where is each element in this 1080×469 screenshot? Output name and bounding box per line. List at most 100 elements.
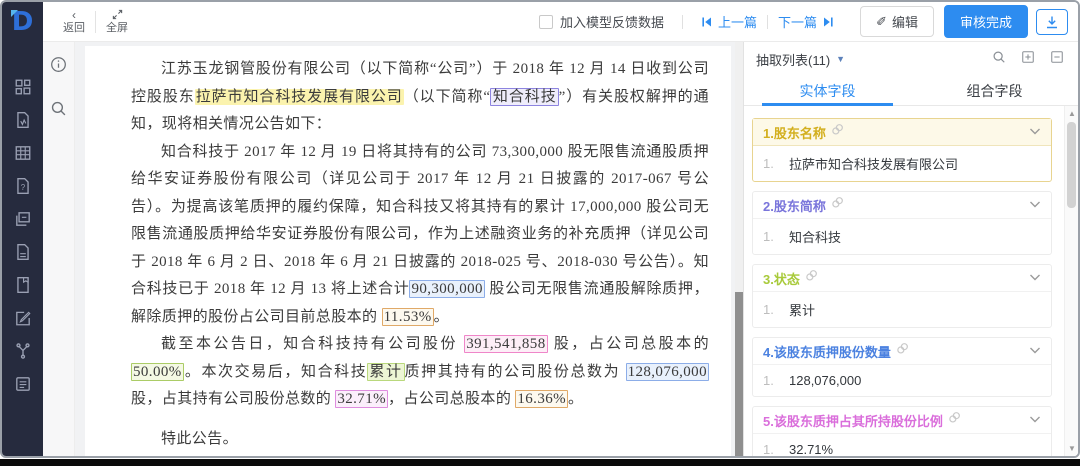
field-label: 5.该股东质押占其所持股份比例 xyxy=(763,411,943,430)
fullscreen-button[interactable]: 全屏 xyxy=(96,9,138,34)
chevron-down-icon[interactable] xyxy=(1029,123,1041,141)
download-button[interactable] xyxy=(1036,9,1068,35)
back-label: 返回 xyxy=(63,22,85,34)
next-article-button[interactable]: 下一篇 xyxy=(778,12,834,31)
window-bottom-edge xyxy=(0,459,1080,466)
skip-previous-icon xyxy=(701,16,713,28)
doc-text: 截至本公告日，知合科技持有公司股份 xyxy=(161,336,464,352)
paragraph: 知合科技于 2017 年 12 月 19 日将其持有的公司 73,300,000… xyxy=(131,139,709,332)
highlight-shareholder-name[interactable]: 拉萨市知合科技发展有限公司 xyxy=(195,89,404,105)
field-card-shareholder-name[interactable]: 1.股东名称 1. 拉萨市知合科技发展有限公司 xyxy=(752,118,1052,182)
link-icon[interactable] xyxy=(831,196,844,214)
field-card-pledged-ratio[interactable]: 5.该股东质押占其所持股份比例 1. 32.71% xyxy=(752,406,1052,456)
collapse-all-icon[interactable] xyxy=(1050,50,1064,69)
value-index: 1. xyxy=(763,156,789,171)
review-complete-button[interactable]: 审核完成 xyxy=(944,5,1028,38)
edit-label: 编辑 xyxy=(892,12,918,31)
edit-square-icon[interactable] xyxy=(14,309,32,327)
divider xyxy=(767,15,768,29)
field-label: 2.股东简称 xyxy=(763,196,826,215)
highlight-held-percent[interactable]: 50.00% xyxy=(131,363,184,381)
panel-scrollbar[interactable]: ▲ ▼ xyxy=(1064,106,1078,456)
panel-search-icon[interactable] xyxy=(992,50,1006,69)
doc-text: 。本次交易后，知合科技 xyxy=(184,364,368,380)
paragraph: 江苏玉龙钢管股份有限公司（以下简称“公司”）于 2018 年 12 月 14 日… xyxy=(131,56,709,139)
link-icon[interactable] xyxy=(896,342,909,360)
table-icon[interactable] xyxy=(14,144,32,162)
review-label: 审核完成 xyxy=(960,12,1012,31)
scroll-down-icon[interactable]: ▼ xyxy=(1065,444,1078,453)
chevron-down-icon[interactable] xyxy=(1029,342,1041,360)
extraction-list-title[interactable]: 抽取列表(11) xyxy=(756,50,830,69)
highlight-percent-total-capital[interactable]: 11.53% xyxy=(382,308,434,326)
download-icon xyxy=(1045,14,1059,30)
feedback-label: 加入模型反馈数据 xyxy=(560,12,664,31)
pdf-file-icon[interactable] xyxy=(14,111,32,129)
field-value-row[interactable]: 1. 拉萨市知合科技发展有限公司 xyxy=(753,146,1051,181)
copy-icon[interactable] xyxy=(14,210,32,228)
doc-text: 股，占公司总股本的 xyxy=(548,336,709,352)
field-value-row[interactable]: 1. 知合科技 xyxy=(753,219,1051,254)
app-logo[interactable]: D xyxy=(2,2,43,42)
doc-text: 特此公告。 xyxy=(161,431,238,447)
value-text: 拉萨市知合科技发展有限公司 xyxy=(789,154,958,173)
highlight-held-shares[interactable]: 391,541,858 xyxy=(464,335,547,353)
value-index: 1. xyxy=(763,302,789,317)
search-icon[interactable] xyxy=(50,100,67,122)
back-button[interactable]: ‹ 返回 xyxy=(53,9,95,34)
doc-text: 股，占其持有公司股份总数的 xyxy=(131,391,335,407)
feedback-checkbox-group[interactable]: 加入模型反馈数据 xyxy=(539,12,664,31)
field-card-shareholder-shortname[interactable]: 2.股东简称 1. 知合科技 xyxy=(752,191,1052,255)
highlight-pledged-shares[interactable]: 128,076,000 xyxy=(626,363,709,381)
left-sidebar: D ? xyxy=(2,2,43,456)
app-window: D ? ‹ 返回 xyxy=(0,0,1080,469)
panel-tabs: 实体字段 组合字段 xyxy=(744,76,1078,106)
tab-entity-fields[interactable]: 实体字段 xyxy=(744,76,911,105)
highlight-unpledged-shares[interactable]: 90,300,000 xyxy=(409,280,485,298)
field-value-row[interactable]: 1. 128,076,000 xyxy=(753,365,1051,396)
field-value-row[interactable]: 1. 32.71% xyxy=(753,434,1051,456)
edit-button[interactable]: ✐ 编辑 xyxy=(860,6,934,37)
link-icon[interactable] xyxy=(948,411,961,429)
grid-icon[interactable] xyxy=(14,78,32,96)
value-text: 32.71% xyxy=(789,442,833,456)
tab-combined-fields[interactable]: 组合字段 xyxy=(911,76,1078,105)
info-icon[interactable] xyxy=(50,56,67,78)
prev-article-button[interactable]: 上一篇 xyxy=(701,12,757,31)
field-card-pledged-share-count[interactable]: 4.该股东质押股份数量 1. 128,076,000 xyxy=(752,337,1052,397)
link-icon[interactable] xyxy=(831,123,844,141)
expand-all-icon[interactable] xyxy=(1021,50,1035,69)
chevron-down-icon[interactable] xyxy=(1029,196,1041,214)
doc-text: 质押其持有的公司股份总数为 xyxy=(405,364,626,380)
scroll-up-icon[interactable]: ▲ xyxy=(1065,109,1078,118)
highlight-shareholder-shortname[interactable]: 知合科技 xyxy=(490,88,558,106)
link-icon[interactable] xyxy=(805,269,818,287)
feedback-checkbox[interactable] xyxy=(539,15,553,29)
value-index: 1. xyxy=(763,373,789,388)
document-scrollbar-thumb[interactable] xyxy=(735,292,743,458)
field-value-row[interactable]: 1. 累计 xyxy=(753,292,1051,327)
chevron-down-icon[interactable] xyxy=(1029,269,1041,287)
file-question-icon[interactable]: ? xyxy=(14,177,32,195)
field-card-status[interactable]: 3.状态 1. 累计 xyxy=(752,264,1052,328)
document-viewer[interactable]: 江苏玉龙钢管股份有限公司（以下简称“公司”）于 2018 年 12 月 14 日… xyxy=(75,42,743,456)
document-scrollbar[interactable] xyxy=(735,42,743,456)
chevron-down-icon[interactable] xyxy=(1029,411,1041,429)
file-bookmark-icon[interactable] xyxy=(14,276,32,294)
expand-icon xyxy=(112,9,123,22)
branch-icon[interactable] xyxy=(14,342,32,360)
highlight-status[interactable]: 累计 xyxy=(367,363,404,381)
pdf-file-icon-2[interactable] xyxy=(14,243,32,261)
list-file-icon[interactable] xyxy=(14,375,32,393)
field-list: 1.股东名称 1. 拉萨市知合科技发展有限公司 2.股东简称 xyxy=(744,106,1078,456)
highlight-pledged-percent-capital[interactable]: 16.36% xyxy=(515,390,568,408)
panel-scrollbar-thumb[interactable] xyxy=(1067,122,1076,208)
caret-down-icon[interactable]: ▼ xyxy=(836,54,845,64)
highlight-pledged-percent[interactable]: 32.71% xyxy=(335,390,388,408)
top-toolbar: ‹ 返回 全屏 加入模型反馈数据 上一篇 xyxy=(43,2,1078,42)
document-toolstrip xyxy=(43,42,75,456)
doc-text: 知合科技于 2017 年 12 月 19 日将其持有的公司 73,300,000… xyxy=(131,144,709,298)
next-label: 下一篇 xyxy=(778,12,817,31)
chevron-left-icon: ‹ xyxy=(72,9,76,22)
field-label: 4.该股东质押股份数量 xyxy=(763,342,891,361)
